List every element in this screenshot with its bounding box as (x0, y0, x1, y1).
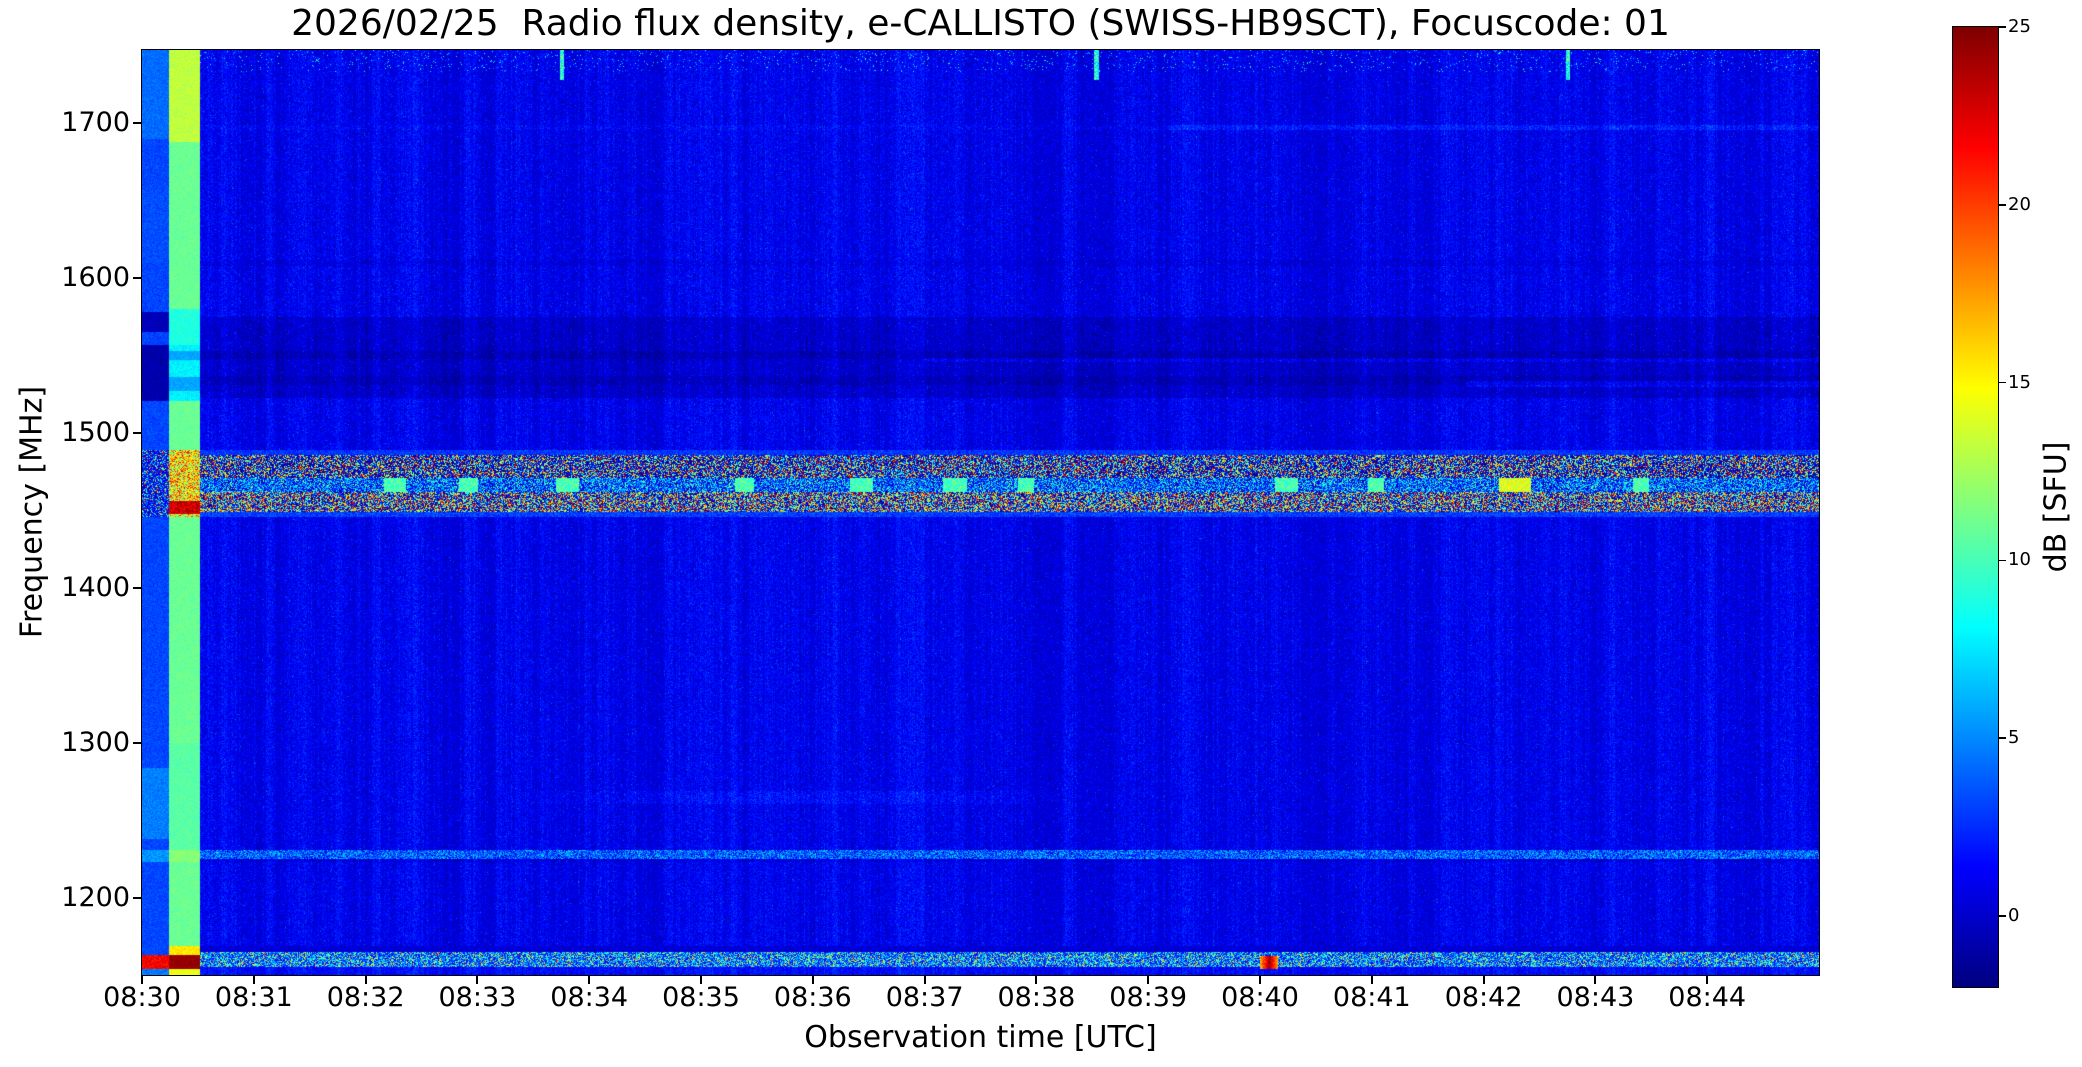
colorbar-tick-label: 5 (2008, 727, 2020, 749)
colorbar-tick-mark (1998, 26, 2006, 28)
colorbar-tick-mark (1998, 559, 2006, 562)
x-tick-label: 08:42 (1444, 982, 1523, 1013)
y-tick-mark (133, 896, 142, 899)
x-tick-label: 08:44 (1668, 982, 1747, 1013)
colorbar-tick-mark (1998, 915, 2006, 917)
x-tick-label: 08:40 (1221, 982, 1299, 1013)
colorbar-tick-label: 10 (2008, 549, 2031, 571)
colorbar-label: dB [SFU] (2038, 441, 2074, 573)
spectrogram-figure: 2026/02/25 Radio flux density, e-CALLIST… (0, 0, 2082, 1067)
y-tick-label: 1600 (61, 261, 130, 293)
x-tick-label: 08:36 (773, 982, 852, 1013)
colorbar-tick-label: 15 (2008, 371, 2031, 393)
x-axis-label: Observation time [UTC] (804, 1020, 1157, 1055)
x-tick-label: 08:35 (662, 982, 740, 1013)
x-tick-label: 08:33 (438, 982, 517, 1013)
chart-title: 2026/02/25 Radio flux density, e-CALLIST… (291, 3, 1670, 44)
colorbar-gradient (1953, 27, 1998, 987)
x-tick-label: 08:30 (103, 982, 181, 1013)
colorbar-tick-label: 20 (2008, 193, 2031, 215)
y-tick-label: 1200 (61, 881, 130, 913)
colorbar-tick-label: 0 (2008, 904, 2020, 926)
y-tick-mark (133, 741, 142, 744)
y-tick-mark (133, 277, 142, 279)
x-tick-label: 08:38 (997, 982, 1076, 1013)
x-tick-label: 08:41 (1332, 982, 1411, 1013)
colorbar-tick-mark (1998, 381, 2006, 384)
y-tick-mark (133, 431, 142, 434)
x-tick-label: 08:39 (1109, 982, 1188, 1013)
y-tick-label: 1300 (61, 726, 130, 758)
y-axis-label: Frequency [MHz] (14, 385, 50, 639)
x-tick-label: 08:34 (550, 982, 629, 1013)
colorbar-tick-label: 25 (2008, 16, 2031, 37)
colorbar-tick-mark (1998, 204, 2006, 206)
y-tick-mark (133, 586, 142, 589)
x-tick-label: 08:37 (885, 982, 964, 1013)
colorbar-tick-mark (1998, 737, 2006, 739)
y-tick-mark (133, 122, 142, 125)
y-tick-label: 1700 (61, 106, 130, 138)
spectrogram-heatmap (142, 50, 1819, 975)
x-tick-label: 08:32 (326, 982, 405, 1013)
x-tick-label: 08:43 (1556, 982, 1635, 1013)
x-tick-label: 08:31 (214, 982, 293, 1013)
